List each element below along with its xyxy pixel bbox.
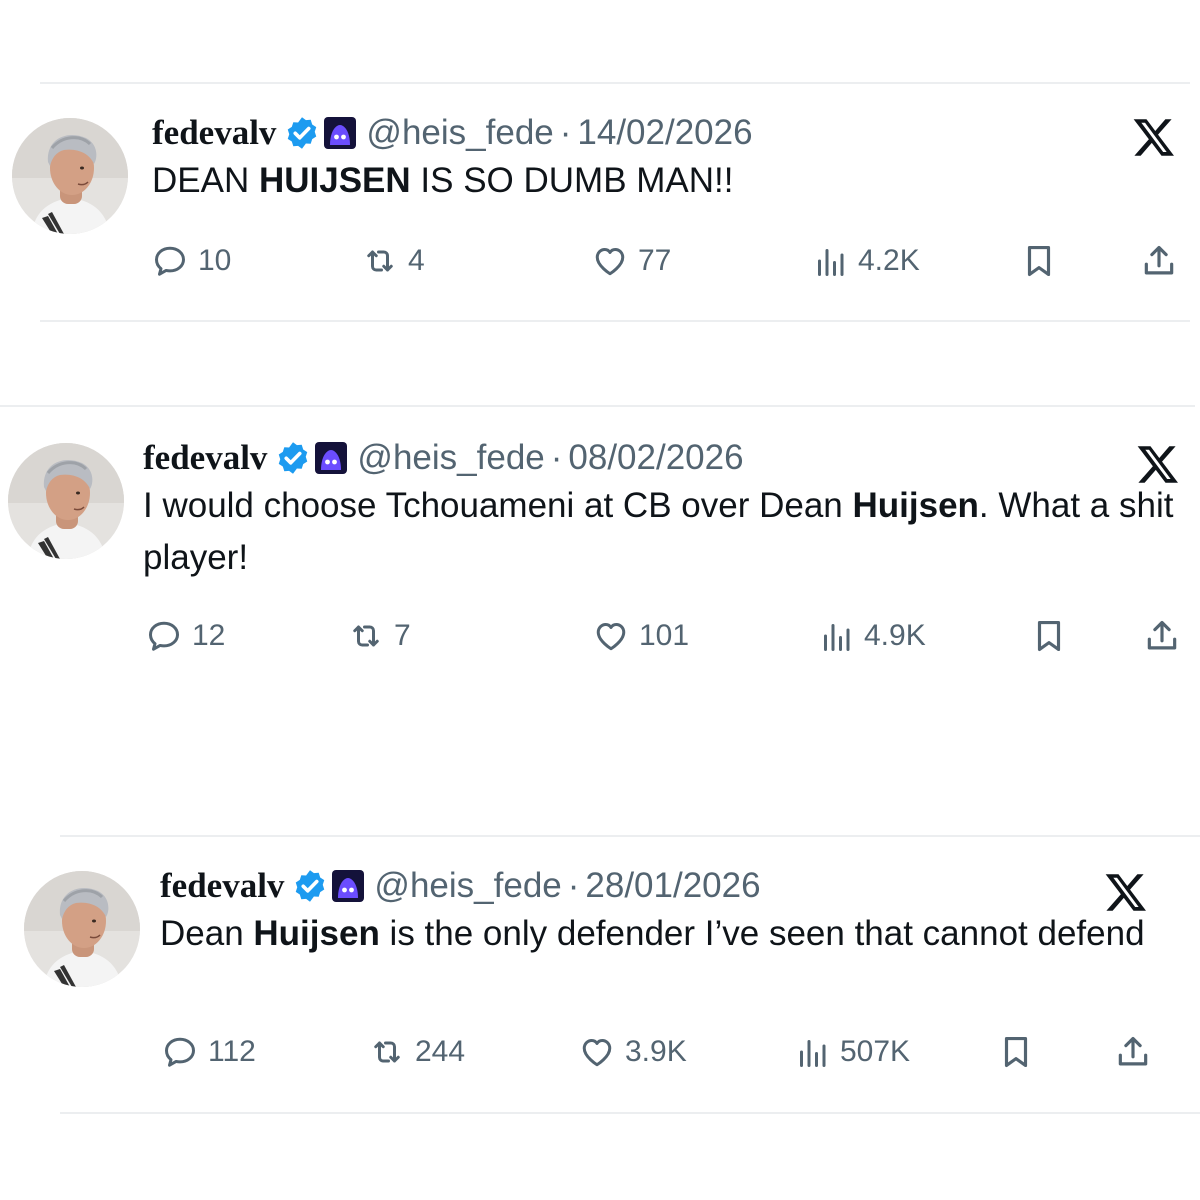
- tweet-text: Dean Huijsen is the only defender I’ve s…: [160, 908, 1160, 960]
- display-name[interactable]: fedevalv: [152, 113, 276, 153]
- separator-dot: ·: [559, 113, 572, 152]
- x-logo-icon: [1136, 442, 1180, 486]
- share-upload-icon: [1147, 620, 1177, 650]
- divider: [60, 835, 1200, 837]
- bookmark-icon: [1037, 620, 1061, 652]
- user-handle[interactable]: @heis_fede: [357, 438, 544, 478]
- repost-button[interactable]: 4: [362, 243, 425, 279]
- tweet-text-part: is the only defender I’ve seen that cann…: [379, 914, 1145, 953]
- tweet-header: fedevalv @heis_fede · 14/02/2026: [152, 113, 1152, 153]
- bar-chart-icon: [800, 1040, 826, 1067]
- reply-button[interactable]: 112: [162, 1034, 256, 1070]
- avatar[interactable]: [12, 118, 128, 234]
- like-count: 77: [638, 244, 672, 277]
- divider: [60, 1112, 1200, 1114]
- share-button[interactable]: [1140, 242, 1178, 280]
- x-logo-icon: [1132, 115, 1176, 159]
- view-count: 4.9K: [864, 619, 926, 652]
- reply-count: 112: [208, 1035, 256, 1068]
- like-count: 3.9K: [625, 1035, 687, 1068]
- purple-game-badge-icon: [315, 442, 348, 474]
- reply-button[interactable]: 12: [146, 618, 225, 654]
- purple-game-badge-icon: [324, 117, 357, 149]
- view-count: 4.2K: [858, 244, 920, 277]
- tweet-card[interactable]: fedevalv @heis_fede · 28/01/2026 Dean Hu…: [24, 866, 1194, 1096]
- like-count: 101: [639, 619, 690, 652]
- tweet-content: fedevalv @heis_fede · 08/02/2026 I would…: [143, 438, 1183, 584]
- share-button[interactable]: [1114, 1033, 1152, 1071]
- tweet-date[interactable]: 08/02/2026: [568, 438, 743, 478]
- user-handle[interactable]: @heis_fede: [366, 113, 553, 153]
- tweet-text: I would choose Tchouameni at CB over Dea…: [143, 480, 1183, 584]
- heart-icon: [596, 622, 626, 651]
- tweet-content: fedevalv @heis_fede · 28/01/2026 Dean Hu…: [160, 866, 1160, 960]
- like-button[interactable]: 101: [593, 618, 689, 654]
- repost-arrows-icon: [374, 1041, 400, 1063]
- views-button[interactable]: 507K: [794, 1034, 910, 1070]
- reply-count: 12: [192, 619, 226, 652]
- tweet-date[interactable]: 14/02/2026: [577, 113, 752, 153]
- tweet-header: fedevalv @heis_fede · 28/01/2026: [160, 866, 1160, 906]
- verified-check-icon: [284, 115, 320, 151]
- repost-count: 7: [394, 619, 411, 652]
- avatar[interactable]: [8, 443, 124, 559]
- tweet-text-highlight: Huijsen: [253, 914, 380, 953]
- bar-chart-icon: [824, 624, 850, 651]
- views-button[interactable]: 4.9K: [818, 618, 926, 654]
- speech-bubble-icon: [155, 246, 185, 276]
- tweet-text-part: DEAN: [152, 161, 259, 200]
- share-upload-icon: [1118, 1036, 1148, 1066]
- purple-game-badge-icon: [332, 870, 365, 902]
- heart-icon: [582, 1038, 612, 1067]
- tweet-text: DEAN HUIJSEN IS SO DUMB MAN!!: [152, 155, 1152, 207]
- like-button[interactable]: 3.9K: [579, 1034, 687, 1070]
- bookmark-button[interactable]: [1030, 617, 1068, 655]
- verified-check-icon: [275, 440, 311, 476]
- repost-arrows-icon: [353, 625, 379, 647]
- separator-dot: ·: [550, 438, 563, 477]
- tweet-text-part: IS SO DUMB MAN!!: [410, 161, 734, 200]
- bookmark-button[interactable]: [997, 1033, 1035, 1071]
- x-logo-icon: [1104, 870, 1148, 914]
- tweet-card[interactable]: fedevalv @heis_fede · 08/02/2026 I would…: [8, 438, 1198, 668]
- avatar[interactable]: [24, 871, 140, 987]
- reply-count: 10: [198, 244, 232, 277]
- repost-arrows-icon: [367, 250, 393, 272]
- user-handle[interactable]: @heis_fede: [374, 866, 561, 906]
- views-button[interactable]: 4.2K: [812, 243, 920, 279]
- tweet-text-highlight: Huijsen: [852, 486, 979, 525]
- divider: [40, 320, 1190, 322]
- verified-check-icon: [292, 868, 328, 904]
- tweet-text-highlight: HUIJSEN: [258, 161, 411, 200]
- repost-button[interactable]: 244: [369, 1034, 465, 1070]
- bookmark-icon: [1004, 1036, 1028, 1068]
- divider: [0, 405, 1195, 407]
- tweet-text-part: Dean: [160, 914, 254, 953]
- repost-count: 244: [415, 1035, 466, 1068]
- reply-button[interactable]: 10: [152, 243, 231, 279]
- view-count: 507K: [840, 1035, 911, 1068]
- tweet-card[interactable]: fedevalv @heis_fede · 14/02/2026 DEAN HU…: [12, 113, 1192, 313]
- tweet-date[interactable]: 28/01/2026: [585, 866, 760, 906]
- repost-count: 4: [408, 244, 425, 277]
- heart-icon: [595, 247, 625, 276]
- bookmark-icon: [1027, 245, 1051, 277]
- like-button[interactable]: 77: [592, 243, 671, 279]
- speech-bubble-icon: [149, 621, 179, 651]
- display-name[interactable]: fedevalv: [160, 866, 284, 906]
- tweet-content: fedevalv @heis_fede · 14/02/2026 DEAN HU…: [152, 113, 1152, 207]
- bar-chart-icon: [818, 249, 844, 276]
- repost-button[interactable]: 7: [348, 618, 411, 654]
- tweet-text-part: I would choose Tchouameni at CB over Dea…: [143, 486, 853, 525]
- separator-dot: ·: [567, 866, 580, 905]
- speech-bubble-icon: [165, 1037, 195, 1067]
- bookmark-button[interactable]: [1020, 242, 1058, 280]
- display-name[interactable]: fedevalv: [143, 438, 267, 478]
- share-upload-icon: [1144, 245, 1174, 275]
- tweet-header: fedevalv @heis_fede · 08/02/2026: [143, 438, 1183, 478]
- share-button[interactable]: [1143, 617, 1181, 655]
- divider: [40, 82, 1190, 84]
